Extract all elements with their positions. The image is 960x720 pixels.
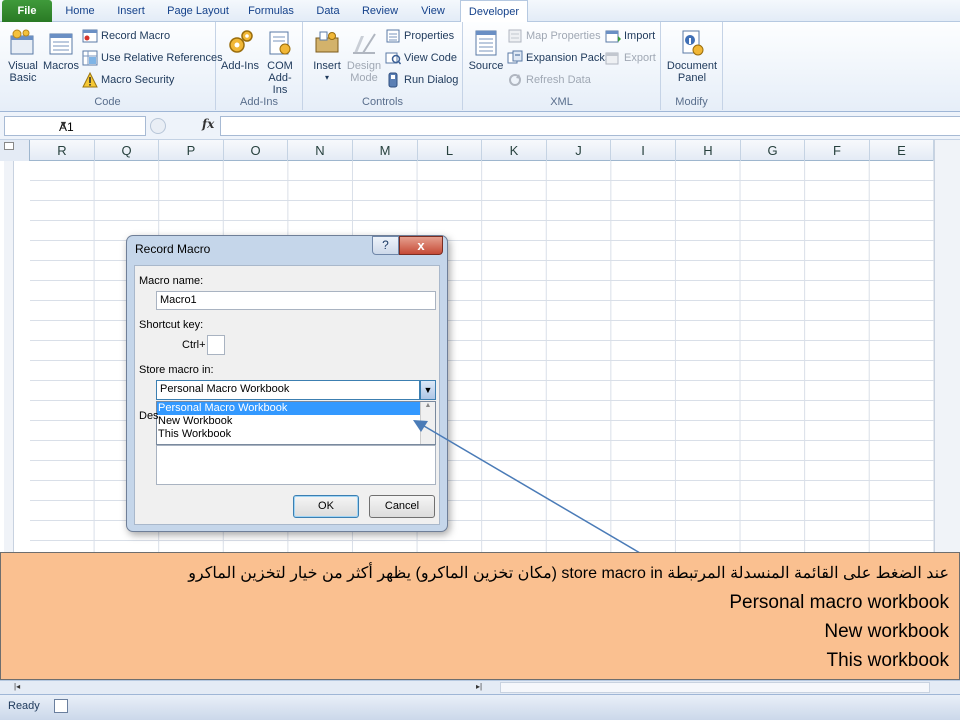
sheet-nav-right-icon[interactable]: ▸|: [476, 682, 496, 693]
sheet-tab-bar: |◂ ▸|: [0, 680, 960, 694]
annotation-line: Personal macro workbook: [729, 592, 949, 613]
annotation-line: New workbook: [824, 621, 949, 642]
macro-record-status-icon[interactable]: [54, 699, 68, 713]
horizontal-scrollbar[interactable]: [500, 682, 930, 693]
sheet-nav-left-icon[interactable]: |◂: [14, 682, 34, 693]
annotation-line: عند الضغط على القائمة المنسدلة المرتبطة …: [188, 565, 949, 582]
status-ready: Ready: [8, 700, 40, 712]
status-bar: Ready: [0, 694, 960, 720]
annotation-box: عند الضغط على القائمة المنسدلة المرتبطة …: [0, 552, 960, 680]
annotation-line: This workbook: [826, 650, 950, 671]
